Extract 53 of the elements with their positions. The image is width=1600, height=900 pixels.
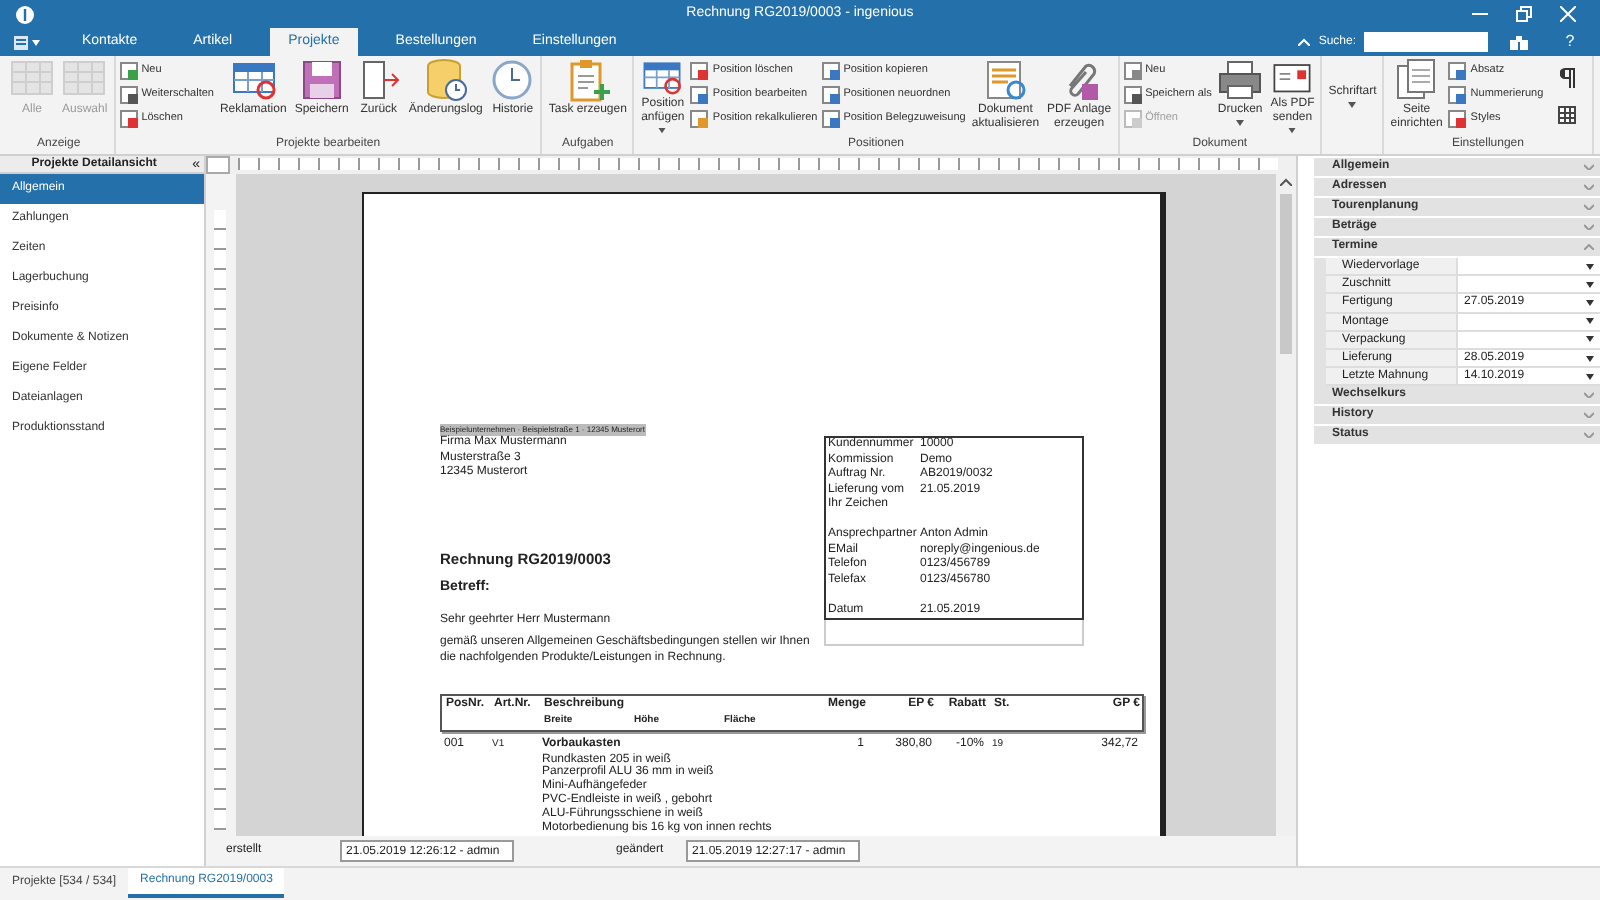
pilcrow-icon	[1559, 68, 1576, 88]
caret-icon	[1586, 263, 1594, 270]
document-icon	[119, 62, 138, 80]
app-menu-button[interactable]	[8, 30, 44, 54]
chevron-down-icon	[1584, 412, 1594, 419]
scroll-up-icon	[1280, 178, 1292, 186]
document-icon	[690, 86, 709, 104]
document-icon	[821, 62, 840, 80]
document-icon	[1123, 62, 1142, 80]
date-dropdown[interactable]	[1458, 258, 1600, 275]
caret-icon	[31, 39, 39, 45]
document-icon	[119, 110, 138, 128]
chevron-down-icon	[1584, 164, 1594, 170]
chevron-up-icon	[1584, 244, 1594, 250]
document-icon	[1123, 110, 1142, 128]
app-logo-icon	[16, 5, 34, 23]
search-field[interactable]	[1364, 32, 1488, 52]
document-icon	[1448, 86, 1467, 104]
caret-icon	[658, 128, 667, 134]
caret-icon	[1586, 373, 1594, 380]
caret-icon	[1288, 128, 1297, 134]
chevron-down-icon	[1584, 184, 1594, 190]
scroll-thumb[interactable]	[1280, 194, 1292, 354]
caret-icon	[1348, 101, 1357, 107]
document-icon	[690, 62, 709, 80]
paragraph-marks-button[interactable]	[1555, 66, 1580, 90]
binoculars-icon	[1509, 35, 1527, 49]
table-button[interactable]	[1555, 102, 1580, 126]
caret-icon	[1586, 336, 1594, 343]
help-button[interactable]: ?	[1548, 31, 1592, 53]
chevron-down-icon	[1584, 204, 1594, 210]
caret-icon	[1236, 120, 1245, 126]
document-icon	[1448, 110, 1467, 128]
caret-icon	[1586, 355, 1594, 362]
chevron-up-icon	[1298, 38, 1311, 46]
chevron-down-icon	[1584, 392, 1594, 399]
caret-icon	[1586, 281, 1594, 288]
document-icon	[821, 86, 840, 104]
document-icon	[1448, 62, 1467, 80]
document-icon	[821, 110, 840, 128]
maximize-icon	[1516, 6, 1532, 22]
caret-icon	[1586, 299, 1594, 306]
document-icon	[119, 86, 138, 104]
chevron-down-icon	[1584, 432, 1594, 439]
document-icon	[1123, 86, 1142, 104]
ruler-corner-button[interactable]	[206, 156, 230, 174]
menu-icon	[13, 35, 27, 49]
chevron-down-icon	[1584, 224, 1594, 230]
table-icon	[1558, 105, 1577, 123]
document-icon	[690, 110, 709, 128]
date-dropdown[interactable]	[1458, 276, 1600, 293]
close-icon	[1560, 6, 1576, 22]
caret-icon	[1586, 318, 1594, 325]
